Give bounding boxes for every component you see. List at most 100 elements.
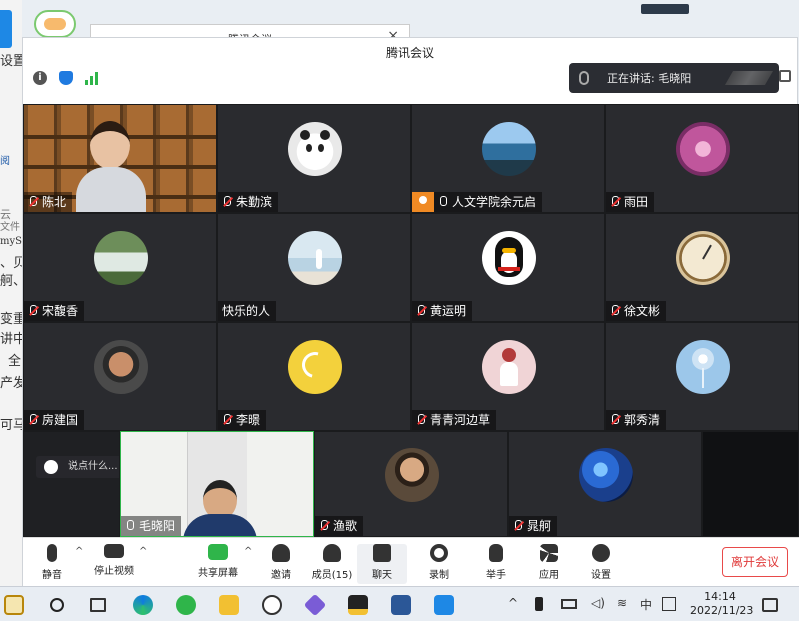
avatar [94, 231, 148, 285]
microphone-icon [438, 196, 448, 208]
sidebar-toggle-icon[interactable] [779, 70, 791, 82]
participant-tile[interactable]: 晁舸 [508, 431, 702, 537]
raise-hand-button[interactable]: 举手 [471, 544, 521, 584]
speaking-wave-icon [724, 71, 774, 85]
desktop-left-strip: 设置 阅 云 文件 myS 、贝 舸、 变重 讲中 全 产发 可马 [0, 0, 26, 586]
participant-tile[interactable]: 陈北 [23, 104, 217, 213]
volume-icon[interactable]: ◁) [591, 596, 605, 610]
window-title: 腾讯会议 [385, 46, 434, 60]
wifi-icon[interactable]: ≋ [617, 596, 627, 610]
chat-icon [373, 544, 391, 562]
search-icon[interactable] [50, 598, 64, 612]
desktop-widget [641, 4, 689, 14]
notification-icon[interactable] [762, 598, 778, 612]
input-method[interactable]: 中 [640, 596, 652, 613]
participant-tile[interactable]: 快乐的人 [217, 213, 411, 322]
info-icon[interactable]: i [33, 71, 47, 85]
desktop-app-tile[interactable] [0, 10, 12, 48]
shield-icon[interactable] [59, 71, 73, 85]
participant-name: 徐文彬 [606, 301, 667, 321]
emoji-icon[interactable] [44, 460, 58, 474]
folder-icon[interactable] [219, 595, 239, 615]
participant-tile[interactable]: 青青河边草 [411, 322, 605, 431]
app-icon[interactable] [303, 593, 327, 617]
participant-tile[interactable]: 朱勤滨 [217, 104, 411, 213]
chevron-up-icon[interactable]: ^ [139, 546, 147, 557]
speaking-indicator: 正在讲话: 毛晓阳 [569, 63, 779, 93]
clock[interactable]: 14:14 2022/11/23 [690, 590, 754, 618]
participant-tile-speaking[interactable]: 毛晓阳 [120, 431, 314, 537]
speaking-label: 正在讲话: 毛晓阳 [607, 72, 692, 85]
desktop-text: 阅 [0, 156, 10, 167]
chat-button[interactable]: 聊天 [357, 544, 407, 584]
participant-tile[interactable]: 徐文彬 [605, 213, 799, 322]
participant-tile[interactable]: 雨田 [605, 104, 799, 213]
avatar [676, 231, 730, 285]
app-icon[interactable] [262, 595, 282, 615]
mute-button[interactable]: 静音 [27, 544, 77, 584]
apps-grid-icon [540, 544, 558, 562]
app-icon[interactable] [4, 595, 24, 615]
mic-muted-icon [610, 305, 620, 317]
participant-tile[interactable]: 宋馥香 [23, 213, 217, 322]
meeting-toolbar: 静音 ^ 停止视频 ^ 共享屏幕 ^ 邀请 成员(15) 聊天 录制 举手 应用… [23, 537, 799, 587]
add-user-icon [272, 544, 290, 562]
tencent-meeting-icon[interactable] [434, 595, 454, 615]
share-screen-button[interactable]: 共享屏幕 [193, 544, 243, 584]
taskbar: ^ ◁) ≋ 中 14:14 2022/11/23 [0, 586, 799, 621]
browser-icon[interactable] [176, 595, 196, 615]
microphone-icon [125, 520, 135, 532]
avatar [288, 340, 342, 394]
edge-icon[interactable] [133, 595, 153, 615]
participant-tile[interactable]: 李暻 [217, 322, 411, 431]
keyboard-icon[interactable] [662, 597, 676, 611]
avatar [94, 340, 148, 394]
participant-name: 雨田 [606, 192, 655, 212]
avatar [482, 231, 536, 285]
empty-tile [702, 431, 799, 537]
members-button[interactable]: 成员(15) [307, 544, 357, 584]
battery-icon[interactable] [561, 599, 577, 609]
desktop-text: 文件 [0, 222, 20, 233]
clock-date: 2022/11/23 [690, 604, 754, 617]
mic-muted-icon [28, 196, 38, 208]
mic-muted-icon [28, 414, 38, 426]
record-button[interactable]: 录制 [414, 544, 464, 584]
gear-icon [592, 544, 610, 562]
mic-muted-icon [222, 196, 232, 208]
mic-muted-icon [513, 520, 523, 532]
settings-button[interactable]: 设置 [576, 544, 626, 584]
record-icon [430, 544, 448, 562]
avatar [385, 448, 439, 502]
participant-tile[interactable]: 郭秀清 [605, 322, 799, 431]
video-grid: 陈北 朱勤滨 人文学院余元启 雨田 宋馥香 快乐的人 黄运明 徐文彬 房建国 李… [23, 104, 799, 537]
microphone-icon[interactable] [535, 597, 543, 611]
chevron-up-icon[interactable]: ^ [508, 596, 518, 610]
video-camera-icon [104, 544, 124, 558]
signal-icon[interactable] [85, 71, 101, 85]
participant-tile[interactable]: 渔歌 [314, 431, 508, 537]
participant-name: 晁舸 [509, 516, 558, 536]
word-icon[interactable] [391, 595, 411, 615]
invite-button[interactable]: 邀请 [256, 544, 306, 584]
avatar [676, 340, 730, 394]
clock-time: 14:14 [704, 590, 736, 603]
participant-tile[interactable]: 房建国 [23, 322, 217, 431]
title-bar[interactable]: 腾讯会议 [23, 38, 797, 66]
participant-name: 郭秀清 [606, 410, 667, 430]
task-view-icon[interactable] [90, 598, 106, 612]
chat-input[interactable]: 说点什么... [36, 456, 119, 478]
stop-video-button[interactable]: 停止视频 [89, 544, 139, 584]
leave-meeting-button[interactable]: 离开会议 [722, 547, 788, 577]
app-icon[interactable] [348, 595, 368, 615]
meeting-window: 腾讯会议 i 正在讲话: 毛晓阳 陈北 朱勤滨 人文学院余元启 雨田 宋馥香 快… [22, 37, 799, 587]
participant-name: 渔歌 [315, 516, 364, 536]
microphone-icon [47, 544, 57, 562]
participant-tile[interactable]: 人文学院余元启 [411, 104, 605, 213]
apps-button[interactable]: 应用 [524, 544, 574, 584]
participant-tile[interactable]: 黄运明 [411, 213, 605, 322]
avatar [482, 340, 536, 394]
avatar [579, 448, 633, 502]
chevron-up-icon[interactable]: ^ [75, 546, 83, 557]
chevron-up-icon[interactable]: ^ [244, 546, 252, 557]
